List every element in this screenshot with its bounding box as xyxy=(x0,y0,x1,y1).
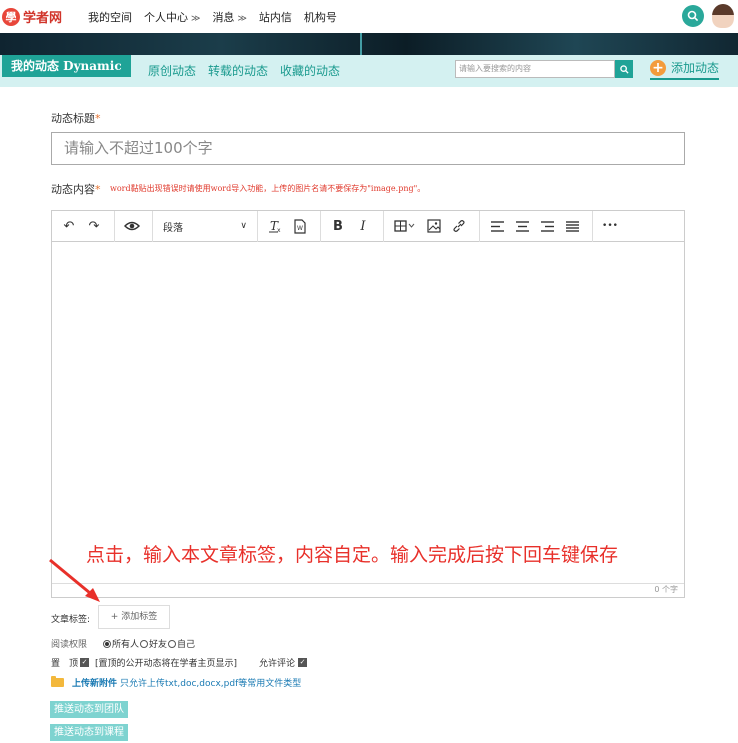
align-right-icon[interactable] xyxy=(536,215,558,237)
allow-comment-label: 允许评论 xyxy=(259,659,296,669)
top-nav: 學 学者网 我的空间 个人中心 ≫ 消息 ≫ 站内信 机构号 xyxy=(0,0,738,33)
svg-text:x: x xyxy=(277,227,281,233)
radio-label: 所有人 xyxy=(112,640,140,650)
content-hint: word黏贴出现错误时请使用word导入功能，上传的图片名请不要保存为"imag… xyxy=(110,184,426,193)
push-to-team-button[interactable]: 推送动态到团队 xyxy=(50,701,128,718)
tab-reposted[interactable]: 转载的动态 xyxy=(208,62,268,79)
required-mark: * xyxy=(95,183,101,196)
pin-note: [置顶的公开动态将在学者主页显示] xyxy=(95,659,238,669)
title-label-text: 动态标题 xyxy=(51,112,95,125)
align-justify-icon[interactable] xyxy=(561,215,583,237)
header-banner xyxy=(0,33,738,55)
add-dynamic-label: 添加动态 xyxy=(671,61,720,75)
read-permission-label: 阅读权限 xyxy=(51,640,88,650)
page-title: 我的动态 Dynamic xyxy=(2,55,131,77)
push-to-course-button[interactable]: 推送动态到课程 xyxy=(50,724,128,741)
arrow-annotation-icon xyxy=(49,558,100,602)
title-label: 动态标题* xyxy=(51,110,101,126)
bold-button[interactable]: B xyxy=(327,215,349,237)
instruction-annotation: 点击，输入本文章标签，内容自定。输入完成后按下回车键保存 xyxy=(86,544,619,566)
pin-checkbox[interactable]: ✓ xyxy=(80,658,90,667)
chevron-down-icon: ≫ xyxy=(191,13,201,24)
search-icon[interactable] xyxy=(682,5,704,27)
link-icon[interactable] xyxy=(448,215,470,237)
preview-eye-icon[interactable] xyxy=(121,215,143,237)
editor-footer-divider xyxy=(52,583,684,584)
content-label-text: 动态内容 xyxy=(51,183,95,196)
radio-self[interactable]: 自己 xyxy=(168,637,195,650)
undo-icon[interactable]: ↶ xyxy=(58,215,80,237)
radio-dot xyxy=(103,639,112,648)
more-icon[interactable]: ••• xyxy=(599,215,621,237)
nav-link-my-space[interactable]: 我的空间 xyxy=(88,9,132,25)
upload-row: 上传新附件 只允许上传txt,doc,docx,pdf等常用文件类型 xyxy=(51,676,301,689)
radio-friends[interactable]: 好友 xyxy=(140,637,167,650)
toolbar-divider xyxy=(114,210,115,242)
align-left-icon[interactable] xyxy=(486,215,508,237)
content-label: 动态内容* xyxy=(51,181,101,197)
nav-label: 个人中心 xyxy=(144,10,189,24)
nav-label: 消息 xyxy=(212,10,235,24)
upload-attachment-link[interactable]: 上传新附件 xyxy=(72,676,117,689)
chevron-down-icon: ∨ xyxy=(240,221,247,231)
pin-row: 置 顶 ✓ [置顶的公开动态将在学者主页显示] 允许评论 ✓ xyxy=(51,656,308,669)
tab-original[interactable]: 原创动态 xyxy=(148,62,196,79)
svg-text:W: W xyxy=(297,225,303,232)
title-input[interactable]: 请输入不超过100个字 xyxy=(51,132,685,165)
toolbar-divider xyxy=(479,210,480,242)
logo-text: 学者网 xyxy=(23,11,63,26)
toolbar-divider xyxy=(320,210,321,242)
nav-link-personal-center[interactable]: 个人中心 ≫ xyxy=(144,9,200,25)
folder-icon xyxy=(51,676,64,687)
clear-format-icon[interactable]: Tx xyxy=(264,215,286,237)
required-mark: * xyxy=(95,112,101,125)
search-button[interactable] xyxy=(615,60,633,78)
tab-favorites[interactable]: 收藏的动态 xyxy=(280,62,340,79)
add-dynamic-button[interactable]: + 添加动态 xyxy=(650,59,720,80)
word-import-icon[interactable]: W xyxy=(289,215,311,237)
toolbar-divider xyxy=(257,210,258,242)
editor-content-area[interactable] xyxy=(52,242,684,582)
align-center-icon[interactable] xyxy=(511,215,533,237)
radio-dot xyxy=(168,639,177,648)
image-icon[interactable] xyxy=(423,215,445,237)
pin-label: 置 顶 xyxy=(51,659,79,669)
read-permission-row: 阅读权限 所有人 好友 自己 xyxy=(51,637,196,650)
toolbar-divider xyxy=(152,210,153,242)
radio-label: 好友 xyxy=(149,640,168,650)
nav-link-messages[interactable]: 消息 ≫ xyxy=(212,9,246,25)
add-tag-button[interactable]: + 添加标签 xyxy=(98,605,170,629)
paragraph-select[interactable]: 段落 ∨ xyxy=(159,219,251,234)
avatar[interactable] xyxy=(712,4,734,28)
toolbar-divider xyxy=(592,210,593,242)
editor-toolbar: ↶ ↷ 段落 ∨ Tx W B I ••• xyxy=(52,210,684,242)
allow-comment-checkbox[interactable]: ✓ xyxy=(298,658,308,667)
table-icon[interactable] xyxy=(390,215,420,237)
paragraph-value: 段落 xyxy=(163,222,183,234)
site-logo[interactable]: 學 学者网 xyxy=(2,7,62,26)
chevron-down-icon: ≫ xyxy=(237,13,247,24)
redo-icon[interactable]: ↷ xyxy=(83,215,105,237)
sub-nav: 我的动态 Dynamic 原创动态 转载的动态 收藏的动态 请输入要搜索的内容 … xyxy=(0,55,738,87)
radio-everyone[interactable]: 所有人 xyxy=(103,637,139,650)
nav-link-org[interactable]: 机构号 xyxy=(304,9,337,25)
nav-right xyxy=(682,4,734,28)
nav-link-inbox[interactable]: 站内信 xyxy=(259,9,292,25)
word-counter: 0 个字 xyxy=(654,585,678,594)
toolbar-divider xyxy=(383,210,384,242)
plus-icon: + xyxy=(650,59,666,76)
upload-note: 只允许上传txt,doc,docx,pdf等常用文件类型 xyxy=(120,679,302,689)
radio-dot xyxy=(140,639,149,648)
search-icon xyxy=(619,64,629,74)
search-input[interactable]: 请输入要搜索的内容 xyxy=(455,60,615,78)
italic-button[interactable]: I xyxy=(352,215,374,237)
tags-label: 文章标签: xyxy=(51,615,91,625)
logo-icon: 學 xyxy=(2,7,20,26)
radio-label: 自己 xyxy=(177,640,196,650)
